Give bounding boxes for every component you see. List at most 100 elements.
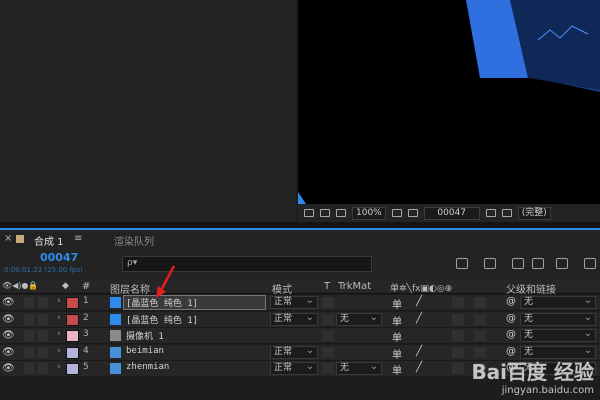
arrow-shaft bbox=[158, 265, 176, 293]
expand-chevron-icon[interactable]: › bbox=[57, 296, 61, 309]
preserve-transparency-switch[interactable] bbox=[322, 313, 334, 325]
pick-whip-icon[interactable]: @ bbox=[506, 313, 516, 326]
lock-switch[interactable] bbox=[38, 363, 48, 375]
solo-switch[interactable] bbox=[24, 313, 34, 325]
draft-3d-icon[interactable] bbox=[484, 258, 496, 269]
preserve-transparency-switch[interactable] bbox=[322, 297, 334, 308]
shy-switch[interactable]: 单 bbox=[392, 362, 402, 377]
layer-number: 2 bbox=[83, 312, 89, 323]
visibility-eye-icon[interactable]: 👁 bbox=[2, 347, 15, 360]
layer-name[interactable]: 摄像机 1 bbox=[126, 329, 164, 342]
motion-blur-switch[interactable] bbox=[452, 313, 464, 325]
snapshot-icon[interactable] bbox=[304, 209, 314, 217]
tab-render-queue[interactable]: 渲染队列 bbox=[114, 233, 154, 248]
visibility-eye-icon[interactable]: 👁 bbox=[2, 314, 15, 327]
layer-column-header: 👁◀)●🔒 ◆ # 图层名称 模式 T TrkMat 单✲╲fx▣◐◎⊕ 父级和… bbox=[0, 280, 600, 296]
motion-blur-switch[interactable] bbox=[452, 297, 464, 308]
expand-chevron-icon[interactable]: › bbox=[57, 346, 61, 359]
shy-layers-icon[interactable] bbox=[512, 258, 524, 269]
visibility-eye-icon[interactable]: 👁 bbox=[2, 297, 15, 310]
label-color-swatch[interactable] bbox=[66, 363, 79, 376]
shy-switch[interactable]: 单 bbox=[392, 346, 402, 361]
timeline-tab-bar: × 合成 1 ≡ 渲染队列 bbox=[0, 228, 600, 248]
blend-mode-select[interactable]: 正常 bbox=[270, 295, 318, 309]
shy-switch[interactable]: 单 bbox=[392, 313, 402, 328]
3d-layer-switch[interactable] bbox=[474, 297, 486, 308]
expand-chevron-icon[interactable]: › bbox=[57, 362, 61, 375]
blend-mode-select[interactable]: 正常 bbox=[270, 312, 318, 326]
solo-switch[interactable] bbox=[24, 297, 34, 308]
visibility-eye-icon[interactable]: 👁 bbox=[2, 363, 15, 376]
preserve-transparency-switch[interactable] bbox=[322, 346, 334, 358]
graph-editor-icon[interactable] bbox=[584, 258, 596, 269]
blend-mode-select[interactable]: 正常 bbox=[270, 361, 318, 376]
parent-select[interactable]: 无 bbox=[520, 328, 596, 343]
pick-whip-icon[interactable]: @ bbox=[506, 296, 516, 309]
comp-flowchart-icon[interactable] bbox=[456, 258, 468, 269]
lock-switch[interactable] bbox=[38, 330, 48, 342]
layer-name[interactable]: beimian bbox=[126, 346, 164, 359]
solo-switch[interactable] bbox=[24, 330, 34, 342]
label-color-swatch[interactable] bbox=[66, 313, 79, 326]
layer-row[interactable]: 👁›2[晶蓝色 纯色 1]正常无单╱@无 bbox=[0, 311, 600, 328]
watermark-url: jingyan.baidu.com bbox=[501, 385, 594, 396]
tab-composition-1[interactable]: 合成 1 bbox=[34, 233, 64, 248]
grid-icon[interactable] bbox=[391, 209, 402, 217]
monitor-icon[interactable] bbox=[320, 209, 330, 217]
viewer-corner-marker bbox=[298, 192, 306, 204]
motion-blur-switch[interactable] bbox=[452, 363, 464, 375]
camera-icon[interactable] bbox=[485, 209, 496, 217]
blend-mode-select[interactable]: 正常 bbox=[270, 345, 318, 359]
motion-blur-switch[interactable] bbox=[452, 346, 464, 358]
project-panel bbox=[0, 0, 296, 222]
preserve-transparency-switch[interactable] bbox=[322, 363, 334, 375]
region-icon[interactable] bbox=[407, 209, 418, 217]
track-matte-select[interactable]: 无 bbox=[336, 361, 382, 376]
preserve-transparency-switch[interactable] bbox=[322, 330, 334, 342]
close-tab-icon[interactable]: × bbox=[4, 233, 12, 244]
column-trkmat: TrkMat bbox=[338, 281, 372, 292]
layer-number: 3 bbox=[83, 329, 89, 340]
tab-menu-icon[interactable]: ≡ bbox=[74, 233, 82, 244]
shy-switch[interactable]: 单 bbox=[392, 329, 402, 344]
quality-switch-icon[interactable]: ╱ bbox=[416, 313, 422, 326]
expand-chevron-icon[interactable]: › bbox=[57, 313, 61, 326]
layer-name[interactable]: zhenmian bbox=[126, 362, 169, 375]
resolution-select[interactable]: (完整) bbox=[517, 206, 551, 220]
parent-select[interactable]: 无 bbox=[520, 312, 596, 326]
lock-switch[interactable] bbox=[38, 346, 48, 358]
watermark-logo: Bai百度 经验 bbox=[471, 360, 594, 384]
frame-blending-icon[interactable] bbox=[532, 258, 544, 269]
composition-viewer[interactable] bbox=[298, 0, 600, 204]
mask-icon[interactable] bbox=[336, 209, 346, 217]
quality-switch-icon[interactable]: ╱ bbox=[416, 346, 422, 359]
quality-switch-icon[interactable]: ╱ bbox=[416, 362, 422, 375]
lock-switch[interactable] bbox=[38, 313, 48, 325]
parent-select[interactable]: 无 bbox=[520, 295, 596, 309]
motion-blur-switch[interactable] bbox=[452, 330, 464, 342]
track-matte-select[interactable]: 无 bbox=[336, 312, 382, 326]
3d-layer-switch[interactable] bbox=[474, 330, 486, 342]
visibility-eye-icon[interactable]: 👁 bbox=[2, 330, 15, 343]
label-color-swatch[interactable] bbox=[66, 346, 79, 359]
solo-switch[interactable] bbox=[24, 363, 34, 375]
color-wheel-icon[interactable] bbox=[501, 209, 512, 217]
layer-name[interactable]: [晶蓝色 纯色 1] bbox=[126, 313, 198, 326]
current-time-field[interactable]: 00047 bbox=[423, 206, 480, 220]
label-color-swatch[interactable] bbox=[66, 330, 79, 343]
motion-blur-icon[interactable] bbox=[556, 258, 568, 269]
zoom-select[interactable]: 100% bbox=[352, 206, 386, 220]
shy-switch[interactable]: 单 bbox=[392, 296, 402, 311]
3d-layer-switch[interactable] bbox=[474, 313, 486, 325]
layer-row[interactable]: 👁›1[晶蓝色 纯色 1]正常单╱@无 bbox=[0, 295, 600, 311]
column-layer-name[interactable]: 图层名称 bbox=[110, 281, 150, 296]
label-color-swatch[interactable] bbox=[66, 297, 79, 309]
pick-whip-icon[interactable]: @ bbox=[506, 329, 516, 342]
lock-switch[interactable] bbox=[38, 297, 48, 308]
solo-switch[interactable] bbox=[24, 346, 34, 358]
current-timecode[interactable]: 00047 bbox=[40, 251, 78, 264]
expand-chevron-icon[interactable]: › bbox=[57, 329, 61, 342]
quality-switch-icon[interactable]: ╱ bbox=[416, 296, 422, 309]
watermark: Bai百度 经验 jingyan.baidu.com bbox=[471, 356, 594, 396]
layer-row[interactable]: 👁 › 3 摄像机 1 单 @ 无 bbox=[0, 328, 600, 345]
